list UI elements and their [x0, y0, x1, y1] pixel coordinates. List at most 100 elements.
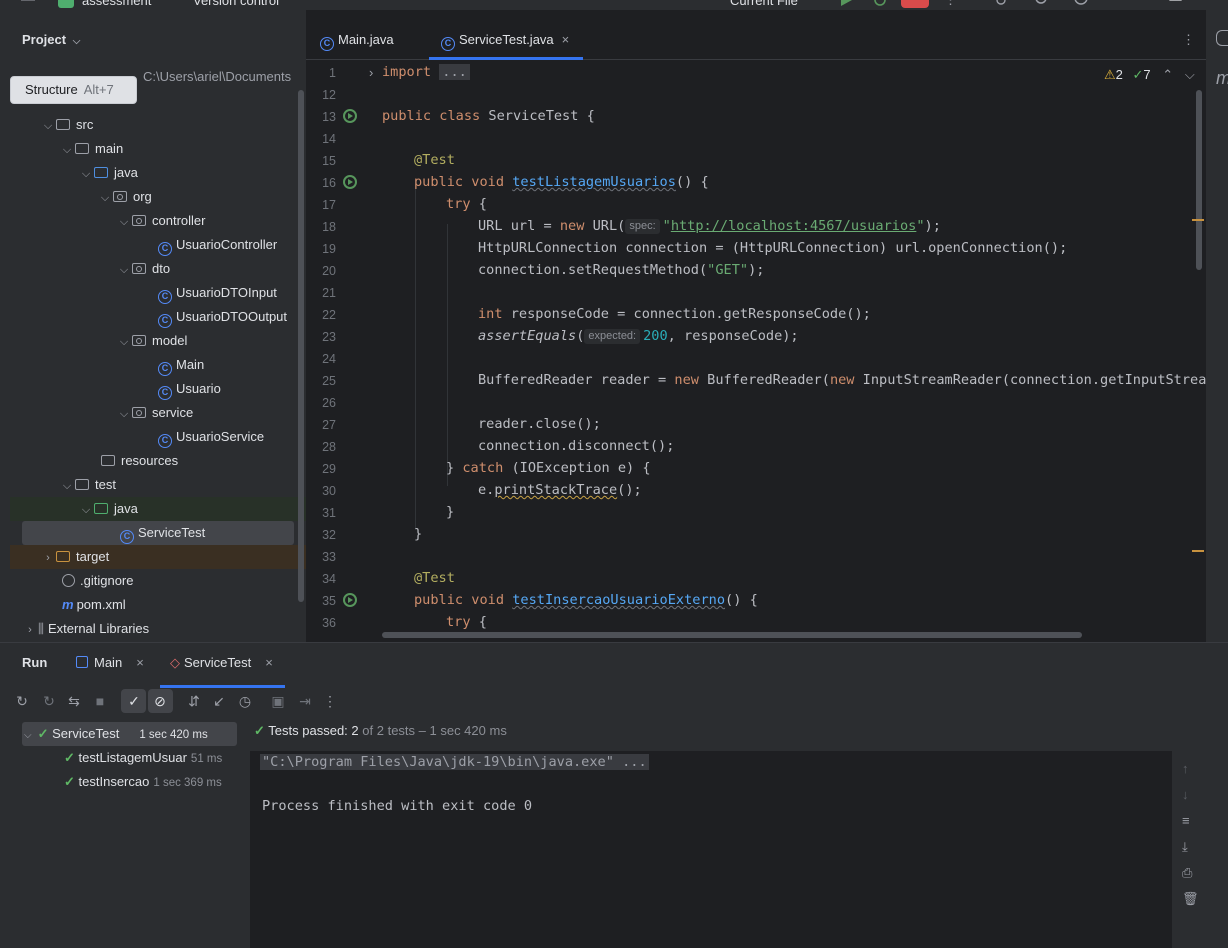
- run-tab-servicetest[interactable]: ◇ ServiceTest ×: [160, 655, 285, 688]
- show-ignored-icon[interactable]: ⊘: [152, 693, 168, 709]
- show-passed-icon[interactable]: ✓: [126, 693, 142, 709]
- tree-item-usuario[interactable]: C Usuario: [158, 377, 221, 401]
- inspection-widget[interactable]: ⚠2 ✓7 ⌃ ⌵: [1104, 67, 1195, 83]
- test-node-testlistagem[interactable]: ✓ testListagemUsuar 51 ms: [64, 746, 222, 770]
- fold-expand-icon[interactable]: ›: [369, 65, 373, 80]
- url-link[interactable]: http://localhost:4567/usuarios: [671, 218, 917, 234]
- tree-item-servicetest[interactable]: C ServiceTest: [120, 521, 205, 545]
- chevron-down-icon[interactable]: ⌵: [78, 498, 94, 522]
- notifications-icon[interactable]: [1216, 30, 1228, 46]
- tree-item-usuarioservice[interactable]: C UsuarioService: [158, 425, 264, 449]
- tree-item-test[interactable]: ⌵ test: [59, 473, 116, 497]
- tree-item-resources[interactable]: resources: [101, 449, 178, 473]
- tree-item-main[interactable]: ⌵ main: [59, 137, 123, 161]
- tab-main-java[interactable]: C Main.java: [320, 10, 394, 60]
- sort-icon[interactable]: ⇵: [186, 693, 202, 709]
- tree-item-gitignore[interactable]: .gitignore: [62, 569, 133, 593]
- window-maximize-icon[interactable]: [1168, 0, 1184, 8]
- warning-marker[interactable]: [1192, 550, 1204, 552]
- tab-options-icon[interactable]: ⋮: [1182, 10, 1195, 60]
- tree-item-controller[interactable]: ⌵ controller: [116, 209, 206, 234]
- chevron-down-icon[interactable]: ⌵: [40, 114, 56, 138]
- import-tests-icon[interactable]: ⇥: [297, 693, 313, 709]
- camera-icon[interactable]: ▣: [270, 693, 286, 709]
- chevron-down-icon[interactable]: ⌵: [116, 402, 132, 426]
- chevron-down-icon[interactable]: ⌵: [116, 330, 132, 354]
- tree-item-pom[interactable]: m pom.xml: [62, 593, 126, 617]
- tree-item-model[interactable]: ⌵ model: [116, 329, 188, 354]
- maven-tool-icon[interactable]: m: [1216, 68, 1228, 89]
- more-actions-icon[interactable]: ⋮: [944, 0, 960, 8]
- package-icon: [132, 407, 146, 418]
- chevron-down-icon[interactable]: ⌵: [116, 210, 132, 234]
- add-user-icon[interactable]: [994, 0, 1010, 8]
- scroll-down-icon[interactable]: ↓: [1182, 787, 1189, 802]
- tree-item-usuariocontroller[interactable]: C UsuarioController: [158, 233, 277, 257]
- tab-servicetest-java[interactable]: C ServiceTest.java ×: [428, 10, 584, 60]
- project-name[interactable]: assessment: [82, 0, 151, 8]
- run-test-method-gutter-icon[interactable]: [343, 175, 357, 189]
- run-icon[interactable]: [838, 0, 854, 8]
- run-test-method-gutter-icon[interactable]: [343, 593, 357, 607]
- chevron-right-icon[interactable]: ›: [22, 618, 38, 642]
- tree-item-src[interactable]: ⌵ src: [40, 113, 94, 138]
- scroll-to-end-icon[interactable]: ⤓: [1182, 839, 1188, 855]
- chevron-down-icon[interactable]: ⌵: [97, 186, 113, 210]
- tree-item-usuariodtooutput[interactable]: C UsuarioDTOOutput: [158, 305, 287, 329]
- settings-gear-icon[interactable]: [1073, 0, 1089, 8]
- chevron-down-icon[interactable]: ⌵: [78, 162, 94, 186]
- run-config-selector[interactable]: Current File: [730, 0, 798, 8]
- tree-item-usuariodtoinput[interactable]: C UsuarioDTOInput: [158, 281, 277, 305]
- test-node-servicetest[interactable]: ⌵ ✓ ServiceTest 1 sec 420 ms: [24, 722, 208, 746]
- maven-icon: m: [62, 597, 74, 612]
- project-scrollbar[interactable]: [298, 90, 304, 602]
- search-icon[interactable]: [1034, 0, 1050, 8]
- stop-icon[interactable]: ■: [92, 693, 108, 709]
- chevron-down-icon[interactable]: ⌵: [1185, 67, 1195, 82]
- tree-item-main-class[interactable]: C Main: [158, 353, 204, 377]
- rerun-icon[interactable]: ↻: [14, 693, 30, 709]
- close-tab-icon[interactable]: ×: [562, 32, 570, 47]
- test-node-testinsercao[interactable]: ✓ testInsercao 1 sec 369 ms: [64, 770, 222, 794]
- toggle-auto-test-icon[interactable]: ⇆: [66, 693, 82, 709]
- project-panel-title[interactable]: Project ⌵: [22, 32, 80, 47]
- tree-item-external-libraries[interactable]: › ⫼ External Libraries: [22, 617, 149, 641]
- tree-item-test-java[interactable]: ⌵ java: [78, 497, 138, 521]
- tree-item-service[interactable]: ⌵ service: [116, 401, 193, 425]
- folded-imports[interactable]: ...: [439, 64, 470, 80]
- main-menu-icon[interactable]: [20, 0, 36, 8]
- chevron-right-icon[interactable]: ›: [40, 546, 56, 570]
- collapse-all-icon[interactable]: ↙: [211, 693, 227, 709]
- run-tab-main[interactable]: Main ×: [76, 655, 144, 670]
- run-test-class-gutter-icon[interactable]: [343, 109, 357, 123]
- tree-item-target[interactable]: › target: [40, 545, 109, 569]
- close-tab-icon[interactable]: ×: [136, 655, 144, 670]
- tree-item-org[interactable]: ⌵ org: [97, 185, 152, 209]
- clear-trash-icon[interactable]: 🗑: [1182, 891, 1199, 907]
- editor-horizontal-scrollbar[interactable]: [382, 632, 1082, 638]
- vcs-widget[interactable]: Version control: [193, 0, 279, 8]
- history-clock-icon[interactable]: ◷: [237, 693, 253, 709]
- tree-item-java[interactable]: ⌵ java: [78, 161, 138, 185]
- console-output[interactable]: "C:\Program Files\Java\jdk-19\bin\java.e…: [250, 751, 1172, 948]
- console-command-line[interactable]: "C:\Program Files\Java\jdk-19\bin\java.e…: [260, 754, 649, 770]
- code-editor[interactable]: C Main.java C ServiceTest.java × ⋮ ⚠2 ✓7 ⌃ …: [306, 10, 1206, 642]
- debug-icon[interactable]: [872, 0, 888, 8]
- more-options-icon[interactable]: ⋮: [322, 693, 338, 709]
- editor-vertical-scrollbar[interactable]: [1196, 90, 1202, 270]
- soft-wrap-icon[interactable]: ≡: [1182, 813, 1190, 828]
- chevron-down-icon[interactable]: ⌵: [24, 730, 32, 741]
- chevron-up-icon[interactable]: ⌃: [1162, 67, 1173, 82]
- scroll-up-icon[interactable]: ↑: [1182, 761, 1189, 776]
- close-tab-icon[interactable]: ×: [265, 655, 273, 670]
- chevron-down-icon[interactable]: ⌵: [59, 138, 75, 162]
- test-config-icon: ◇: [170, 655, 180, 670]
- rerun-failed-icon[interactable]: ↻: [41, 693, 57, 709]
- stop-icon[interactable]: [901, 0, 929, 8]
- chevron-down-icon[interactable]: ⌵: [116, 258, 132, 282]
- chevron-down-icon[interactable]: ⌵: [59, 474, 75, 498]
- print-icon[interactable]: ⎙: [1182, 865, 1192, 881]
- tree-item-dto[interactable]: ⌵ dto: [116, 257, 170, 281]
- warning-icon: ⚠: [1104, 67, 1116, 82]
- warning-marker[interactable]: [1192, 219, 1204, 221]
